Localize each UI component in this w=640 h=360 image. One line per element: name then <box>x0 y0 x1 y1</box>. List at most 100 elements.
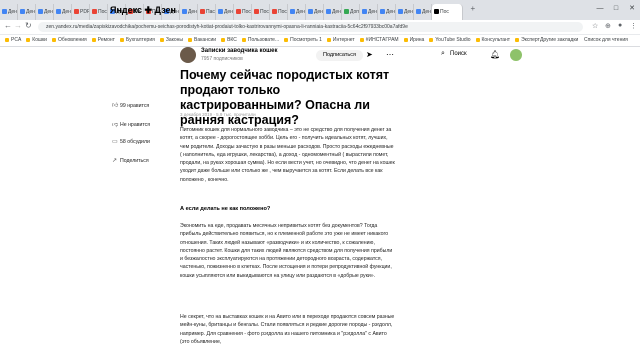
tab-label: Ден <box>368 9 377 15</box>
browser-tab[interactable]: Ден <box>414 4 432 20</box>
article-date: 3 декабря 2019 · 5,9 тыс. прочитали <box>180 112 256 117</box>
bookmark-label: Интернет <box>332 37 355 43</box>
bookmark-item[interactable]: Кошки <box>26 35 47 46</box>
url-input[interactable]: zen.yandex.ru/media/zapiskizavodchika/po… <box>38 22 583 32</box>
browser-tab[interactable]: Ден <box>54 4 72 20</box>
tab-favicon-icon <box>434 9 439 14</box>
bookmark-item[interactable]: #ИНСТАГРАМ <box>359 35 399 46</box>
reload-icon[interactable]: ↻ <box>25 21 32 30</box>
browser-tab[interactable]: Ден <box>288 4 306 20</box>
bookmark-item[interactable]: ВКС <box>221 35 237 46</box>
back-icon[interactable]: ← <box>4 21 12 30</box>
channel-name[interactable]: Записки заводчика кошек <box>201 48 277 54</box>
bookmark-item[interactable]: Пользовате... <box>241 35 280 46</box>
tab-label: Пос <box>278 9 287 15</box>
extensions-icon[interactable]: ⊕ <box>605 22 611 30</box>
dislike-label: Не нравится <box>120 121 151 128</box>
bookmark-item[interactable]: Консультант <box>475 35 510 46</box>
other-bookmarks[interactable]: Другие закладки <box>540 35 578 46</box>
send-icon[interactable]: ➤ <box>366 50 373 59</box>
channel-subscribers: 7957 подписчиков <box>201 56 243 62</box>
browser-tab[interactable]: Ден <box>18 4 36 20</box>
browser-tab[interactable]: Ден <box>216 4 234 20</box>
search-icon[interactable]: ⌕ <box>441 50 445 58</box>
user-avatar[interactable] <box>510 49 522 61</box>
share-button[interactable]: ↗ Поделиться <box>112 157 150 166</box>
browser-tab[interactable]: Пос <box>90 4 108 20</box>
browser-tab[interactable]: Ден <box>396 4 414 20</box>
maximize-icon[interactable]: □ <box>608 0 624 18</box>
browser-tab[interactable]: Ден <box>306 4 324 20</box>
folder-icon <box>359 37 364 42</box>
article-actions: 👍︎ 99 нравится 👎︎ Не нравится ▭ 58 обсудили… <box>112 101 150 175</box>
browser-tab[interactable]: Ден <box>36 4 54 20</box>
tab-label: Пос <box>242 9 251 15</box>
folder-icon <box>403 37 408 42</box>
tab-label: Ден <box>62 9 71 15</box>
browser-tab[interactable]: Ден <box>0 4 18 20</box>
browser-tab[interactable]: Пас <box>198 4 216 20</box>
notifications-icon[interactable]: 🔔︎ <box>490 50 500 59</box>
tab-label: Ден <box>224 9 233 15</box>
tab-favicon-icon <box>344 9 349 14</box>
browser-tab[interactable]: Доп <box>342 4 360 20</box>
browser-tab[interactable]: Ден <box>378 4 396 20</box>
tab-label: Пос <box>260 9 269 15</box>
folder-icon <box>119 37 124 42</box>
close-icon[interactable]: ✕ <box>624 0 640 18</box>
bookmark-item[interactable]: Посмотреть 1 <box>284 35 322 46</box>
forward-icon[interactable]: → <box>14 21 22 30</box>
channel-avatar[interactable] <box>180 47 196 63</box>
browser-tab[interactable]: PDF <box>72 4 90 20</box>
browser-tab[interactable]: Ден <box>180 4 198 20</box>
bookmark-item[interactable]: YouTube Studio <box>429 35 471 46</box>
article-paragraph: Экономить на еде, продавать месячных неп… <box>180 223 393 279</box>
tab-favicon-icon <box>236 9 241 14</box>
tab-label: Пос <box>98 9 107 15</box>
tab-favicon-icon <box>254 9 259 14</box>
tab-label: Доп <box>350 9 359 15</box>
bookmark-item[interactable]: Вакансии <box>188 35 216 46</box>
bookmark-item[interactable]: PCA <box>5 35 21 46</box>
browser-tab[interactable]: Пос <box>270 4 288 20</box>
bookmark-item[interactable]: Ремонт <box>91 35 115 46</box>
tab-label: Пос <box>440 9 449 15</box>
browser-tab[interactable]: Пос <box>432 4 463 20</box>
bookmark-item[interactable]: Бухгалтерия <box>119 35 155 46</box>
zen-logo[interactable]: Яндекс ✚ Дзен <box>110 5 176 16</box>
tab-favicon-icon <box>290 9 295 14</box>
bookmark-label: Пользовате... <box>247 37 280 43</box>
comments-button[interactable]: ▭ 58 обсудили <box>112 138 150 147</box>
star-icon[interactable]: ☆ <box>592 22 598 30</box>
folder-icon <box>475 37 480 42</box>
bookmark-label: Ирина <box>409 37 425 43</box>
bookmark-item[interactable]: Интернет <box>326 35 355 46</box>
like-button[interactable]: 👍︎ 99 нравится <box>112 101 150 110</box>
comments-count: 58 обсудили <box>120 139 150 146</box>
tab-favicon-icon <box>92 9 97 14</box>
article-title: Почему сейчас породистых котят продают т… <box>180 68 390 127</box>
minimize-icon[interactable]: — <box>592 0 608 18</box>
subscribe-button[interactable]: Подписаться <box>316 50 363 61</box>
new-tab-button[interactable]: + <box>470 4 475 13</box>
menu-icon[interactable]: ⋮ <box>630 22 637 30</box>
bookmark-item[interactable]: Ирина <box>403 35 425 46</box>
more-icon[interactable]: ⋯ <box>386 50 394 59</box>
dislike-button[interactable]: 👎︎ Не нравится <box>112 120 150 129</box>
folder-icon <box>51 37 56 42</box>
folder-icon <box>91 37 96 42</box>
browser-tab[interactable]: Ден <box>360 4 378 20</box>
browser-tab[interactable]: Пос <box>234 4 252 20</box>
search-label[interactable]: Поиск <box>450 51 467 57</box>
tab-favicon-icon <box>362 9 367 14</box>
bookmark-item[interactable]: Обновления <box>51 35 87 46</box>
reading-list[interactable]: Список для чтения <box>584 35 628 46</box>
profile-icon[interactable]: ● <box>618 22 622 29</box>
bookmark-item[interactable]: Законы <box>159 35 183 46</box>
bookmark-item[interactable]: Эксперт <box>515 35 540 46</box>
folder-icon <box>429 37 434 42</box>
tab-favicon-icon <box>56 9 61 14</box>
browser-tab[interactable]: Пос <box>252 4 270 20</box>
article-paragraph: Не секрет, что на выставках кошек и на А… <box>180 314 395 345</box>
browser-tab[interactable]: Ден <box>324 4 342 20</box>
